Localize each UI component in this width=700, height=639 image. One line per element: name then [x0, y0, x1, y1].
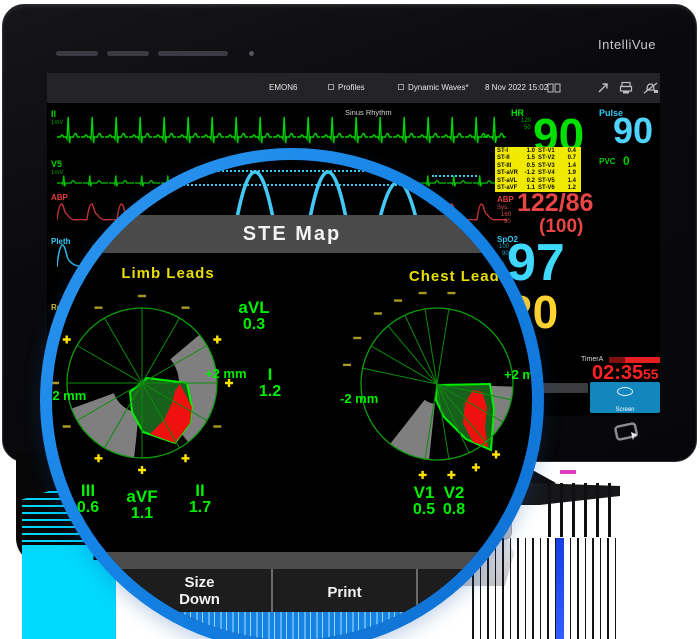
lead-value-i: I1.2 [238, 366, 302, 401]
size-down-label-line1: Size [127, 574, 272, 591]
pulse-value: 90 [613, 113, 653, 149]
magnifier-lens: STE Map Limb Leads Chest Leads [40, 148, 544, 639]
speaker-grille [56, 51, 98, 56]
light-sensor [249, 51, 254, 56]
rhythm-annotation: Sinus Rhythm [345, 108, 392, 117]
lead-value-avl: aVL0.3 [222, 299, 286, 334]
chest-minus-ref-label: -2 mm [340, 391, 378, 406]
stage: IntelliVue EMON6 Profiles [0, 0, 700, 639]
mount-marker [560, 470, 576, 474]
timer-seconds: 55 [643, 367, 659, 381]
timer-value: 02:35 [592, 363, 643, 383]
pvc-label: PVC [599, 157, 615, 166]
lead-value-v2: V20.8 [422, 484, 486, 519]
printer-icon[interactable] [619, 81, 633, 95]
speaker-grille [107, 51, 149, 56]
hr-label: HR [511, 108, 524, 118]
pvc-value: 0 [623, 154, 630, 168]
popup-divider-bar [52, 552, 532, 569]
chest-plus-ref-label: +2 mm [504, 367, 532, 382]
table-row: ST-I1.0ST-V10.4 [497, 148, 579, 155]
datetime[interactable]: 8 Nov 2022 15:02 [485, 83, 548, 92]
patient-label[interactable]: EMON6 [269, 83, 297, 92]
magnified-pleth-pulses [52, 160, 532, 222]
ecg1-waveform[interactable] [57, 107, 507, 153]
pulse-tile[interactable]: Pulse 90 PVC 0 [597, 106, 659, 170]
screen-name-menu[interactable]: Dynamic Waves* [408, 83, 469, 92]
ste-map-title-bar: STE Map [52, 215, 532, 253]
screen-key-icon [617, 387, 633, 396]
touchscreen-icon [611, 419, 643, 445]
lead-value-iii: III0.6 [56, 482, 120, 517]
screen-key-label: Screen [615, 407, 634, 413]
network-bed-icon[interactable] [547, 82, 561, 94]
hr-low-limit: 50 [524, 125, 531, 132]
positive-pole-marks [419, 451, 501, 479]
lens-bottom-reflection [52, 612, 532, 639]
size-down-label-line2: Down [127, 591, 272, 608]
move-window-icon[interactable] [597, 82, 609, 94]
print-label: Print [272, 584, 417, 601]
speaker-grille [158, 51, 228, 56]
hr-high-limit: 120 [521, 118, 531, 125]
negative-pole-marks [343, 293, 455, 365]
alarm-silence-icon[interactable] [643, 81, 659, 95]
menu-bar: EMON6 Profiles Dynamic Waves* 8 Nov 2022… [47, 73, 660, 103]
profiles-icon [328, 84, 334, 90]
lead-value-ii: II1.7 [168, 482, 232, 517]
lens-content: STE Map Limb Leads Chest Leads [52, 160, 532, 639]
brand-logo: IntelliVue [598, 37, 656, 52]
limb-minus-ref-label: -2 mm [52, 388, 86, 403]
chest-leads-polar-chart [327, 274, 532, 494]
mount-rail-lines [548, 483, 618, 537]
ecg1-lead-label: II [51, 109, 56, 119]
screen-key[interactable]: Screen [590, 382, 660, 413]
profiles-menu[interactable]: Profiles [338, 83, 365, 92]
screen-layout-icon [398, 84, 404, 90]
mount-blue-stripe [556, 538, 564, 639]
